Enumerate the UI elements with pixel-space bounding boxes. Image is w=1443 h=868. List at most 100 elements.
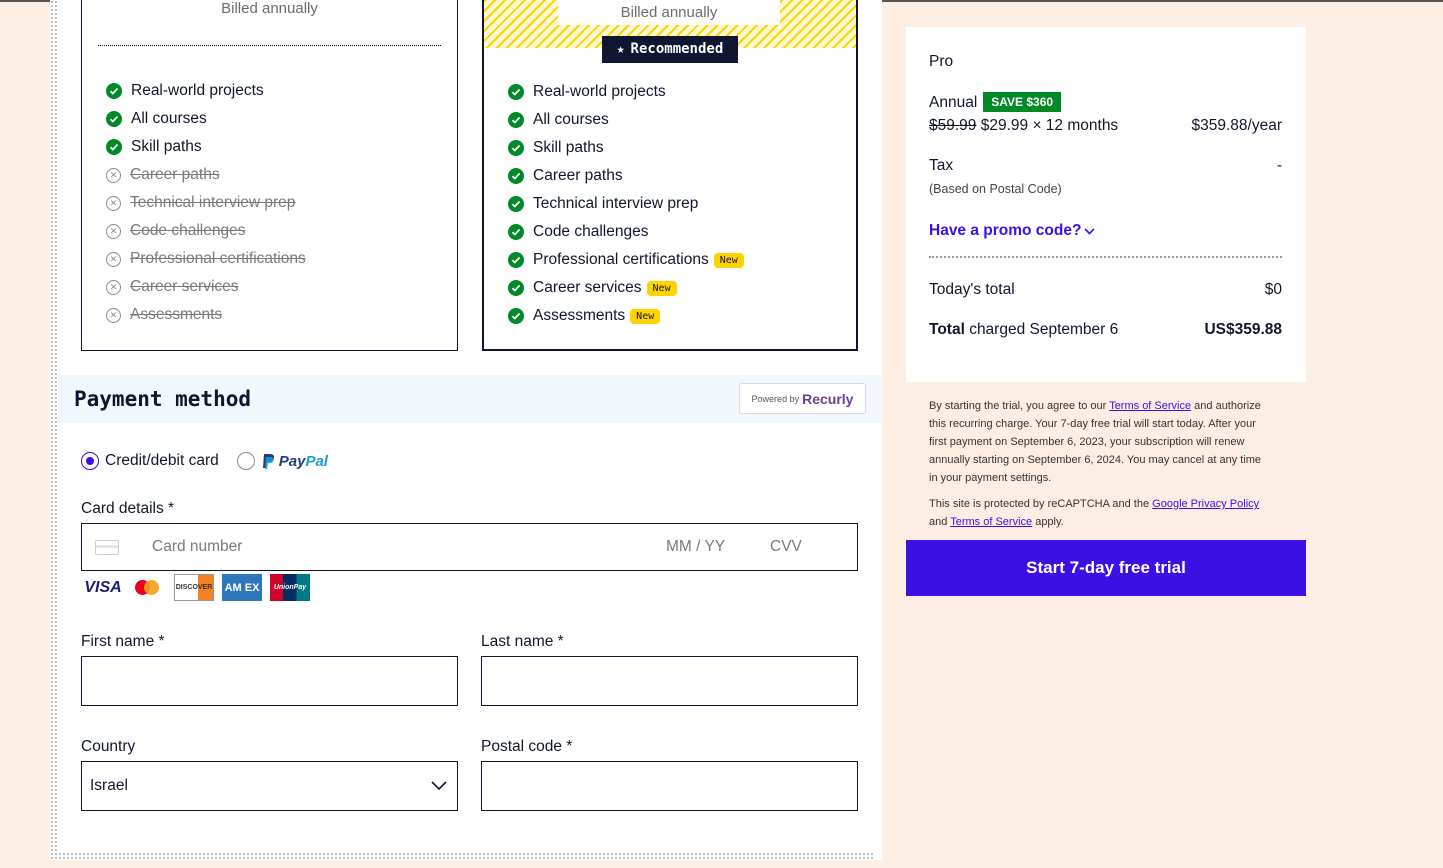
recurly-logo: Recurly (802, 390, 854, 407)
visa-logo: VISA (84, 578, 122, 596)
total-value: US$359.88 (1204, 321, 1282, 338)
x-circle-icon: ✕ (106, 195, 121, 211)
feature-label: All courses (533, 111, 609, 128)
postal-code-input[interactable] (481, 761, 858, 811)
powered-by-label: Powered by (751, 393, 800, 404)
card-option-label[interactable]: Credit/debit card (105, 452, 219, 470)
feature-item: Technical interview prep (508, 190, 744, 218)
feature-label: Code challenges (130, 222, 246, 239)
total-label-bold: Total (929, 321, 965, 338)
expiry-input[interactable]: MM / YY (666, 538, 725, 556)
divider (98, 45, 441, 46)
payment-type-options: Credit/debit card Pay Pal (81, 452, 328, 470)
x-circle-icon: ✕ (106, 167, 121, 183)
paypal-logo: Pay Pal (261, 453, 328, 470)
panel-edge-pattern (50, 0, 58, 860)
feature-item: Real-world projects (106, 77, 306, 105)
summary-divider (929, 256, 1282, 258)
yearly-total: $359.88/year (1191, 117, 1283, 134)
feature-item: Real-world projects (508, 78, 744, 106)
feature-item: Assessments New (508, 302, 744, 330)
feature-label: Assessments (130, 306, 223, 323)
x-circle-icon: ✕ (106, 251, 121, 267)
check-icon (508, 280, 524, 296)
promo-code-link[interactable]: Have a promo code? (929, 222, 1096, 239)
feature-item: Skill paths (508, 134, 744, 162)
tax-value: - (1276, 157, 1282, 174)
recaptcha-text-c: apply. (1032, 516, 1064, 528)
new-badge: New (630, 308, 661, 324)
trial-terms-text: By starting the trial, you agree to our … (929, 397, 1269, 487)
first-name-input[interactable] (81, 656, 458, 706)
billing-cycle-row: Annual SAVE $360 (929, 92, 1282, 112)
amex-logo: AM EX (222, 574, 262, 601)
terms-of-service-link[interactable]: Terms of Service (1109, 400, 1191, 412)
paypal-text-b: Pal (305, 452, 328, 470)
terms-of-service-link[interactable]: Terms of Service (950, 516, 1032, 528)
panel-bottom-pattern (50, 852, 874, 860)
plan-card-pro[interactable]: Billed annually ★ Recommended Real-world … (482, 0, 858, 351)
feature-item: Professional certifications New (508, 246, 744, 274)
check-icon (508, 196, 524, 212)
last-name-input[interactable] (481, 656, 858, 706)
recaptcha-text-a: This site is protected by reCAPTCHA and … (929, 498, 1153, 510)
promo-row: Have a promo code? (929, 222, 1282, 240)
start-trial-button[interactable]: Start 7-day free trial (906, 540, 1306, 596)
feature-label: Assessments (533, 307, 626, 324)
feature-label: All courses (131, 110, 207, 127)
star-icon: ★ (616, 42, 625, 57)
save-badge: SAVE $360 (983, 92, 1062, 112)
billing-note: Billed annually (558, 0, 780, 25)
price-row: $59.99 $29.99 × 12 months $359.88/year (929, 117, 1282, 135)
check-icon (106, 111, 122, 127)
feature-item: ✕ Code challenges (106, 217, 306, 245)
card-number-input[interactable]: Card number (152, 538, 242, 556)
postal-code-label: Postal code * (481, 738, 573, 755)
feature-item: ✕ Assessments (106, 301, 306, 329)
paypal-text-a: Pay (278, 452, 306, 470)
check-icon (106, 139, 122, 155)
paypal-option[interactable]: Pay Pal (236, 452, 328, 470)
plan-name: Pro (929, 53, 954, 70)
check-icon (508, 168, 524, 184)
feature-label: Career services (130, 278, 239, 295)
payment-method-header: Payment method Powered by Recurly (58, 375, 882, 423)
check-icon (508, 224, 524, 240)
card-radio[interactable] (81, 452, 99, 470)
feature-item: ✕ Career services (106, 273, 306, 301)
billing-cycle: Annual (929, 94, 978, 111)
card-details-field[interactable]: Card number MM / YY CVV (81, 523, 858, 571)
cvv-input[interactable]: CVV (770, 538, 802, 556)
plan-card-basic[interactable]: Billed annually Real-world projects All c… (81, 0, 458, 351)
feature-item: Skill paths (106, 133, 306, 161)
check-icon (508, 112, 524, 128)
check-icon (508, 140, 524, 156)
check-icon (508, 252, 524, 268)
feature-label: Career paths (533, 167, 623, 184)
feature-item: Career paths (508, 162, 744, 190)
feature-item: Career services New (508, 274, 744, 302)
feature-label: Skill paths (131, 138, 202, 155)
feature-item: ✕ Career paths (106, 161, 306, 189)
country-select[interactable]: Israel (81, 761, 458, 811)
feature-label: Real-world projects (131, 82, 264, 99)
paypal-radio[interactable] (236, 452, 255, 470)
recaptcha-text: This site is protected by reCAPTCHA and … (929, 495, 1269, 531)
feature-label: Career services (533, 279, 642, 296)
today-total-value: $0 (1264, 281, 1282, 298)
card-details-label: Card details * (81, 500, 175, 517)
billing-note: Billed annually (221, 0, 318, 17)
chevron-down-icon (1084, 228, 1096, 235)
discover-logo: DISCOVER (174, 574, 214, 601)
recurly-badge: Powered by Recurly (739, 383, 866, 414)
x-circle-icon: ✕ (106, 307, 121, 323)
first-name-label: First name * (81, 633, 165, 650)
price-detail: $29.99 × 12 months (980, 117, 1119, 134)
feature-label: Technical interview prep (533, 195, 699, 212)
paypal-icon (262, 453, 274, 469)
feature-item: ✕ Professional certifications (106, 245, 306, 273)
old-price: $59.99 (929, 117, 977, 134)
check-icon (508, 84, 524, 100)
privacy-policy-link[interactable]: Google Privacy Policy (1152, 498, 1259, 510)
feature-label: Real-world projects (533, 83, 666, 100)
